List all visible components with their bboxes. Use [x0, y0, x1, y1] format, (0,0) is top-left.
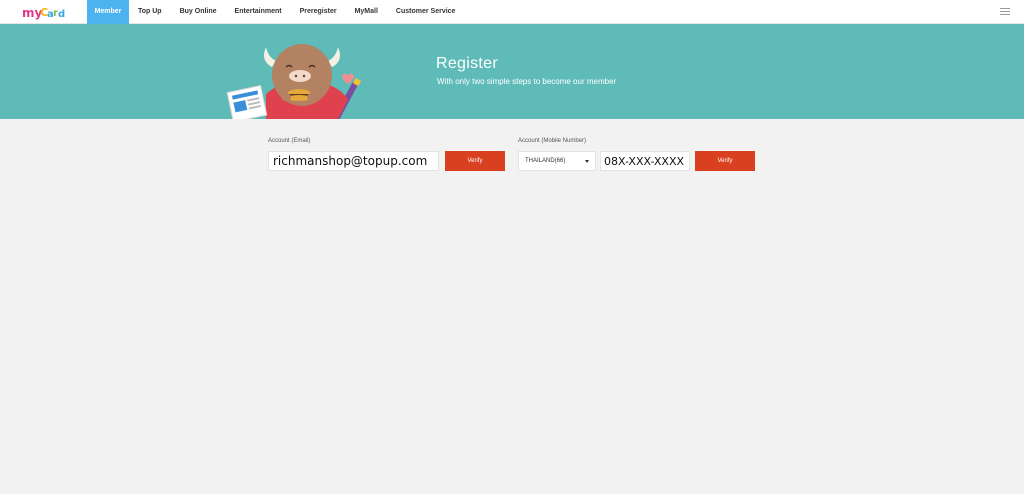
country-code-select[interactable]: THAILAND(66): [518, 151, 596, 171]
nav-item-member[interactable]: Member: [87, 0, 129, 24]
nav-item-entertainment[interactable]: Entertainment: [226, 0, 291, 24]
top-nav: my C a r d Member Top Up Buy Online Ente…: [0, 0, 1024, 24]
register-banner: Register With only two simple steps to b…: [0, 24, 1024, 119]
mobile-account-label: Account (Mobile Number): [518, 138, 587, 144]
chevron-down-icon: [585, 160, 589, 163]
main-nav: Member Top Up Buy Online Entertainment P…: [87, 0, 464, 24]
mobile-number-input[interactable]: 08X-XXX-XXXX: [600, 151, 690, 171]
nav-item-top-up[interactable]: Top Up: [129, 0, 171, 24]
page-subtitle: With only two simple steps to become our…: [437, 77, 617, 86]
hamburger-menu-icon[interactable]: [1000, 8, 1010, 15]
email-verify-button[interactable]: Verify: [445, 151, 505, 171]
nav-item-buy-online[interactable]: Buy Online: [171, 0, 226, 24]
email-input[interactable]: richmanshop@topup.com: [268, 151, 439, 171]
email-account-label: Account (Email): [268, 138, 311, 144]
country-code-value: THAILAND(66): [525, 158, 566, 164]
bull-mascot-illustration: [226, 44, 362, 119]
svg-text:d: d: [58, 9, 65, 20]
mycard-logo[interactable]: my C a r d: [22, 3, 66, 21]
page-title: Register: [436, 55, 498, 72]
mobile-verify-button[interactable]: Verify: [695, 151, 755, 171]
nav-item-preregister[interactable]: Preregister: [291, 0, 346, 24]
nav-item-mymall[interactable]: MyMall: [346, 0, 387, 24]
nav-item-customer-service[interactable]: Customer Service: [387, 0, 465, 24]
